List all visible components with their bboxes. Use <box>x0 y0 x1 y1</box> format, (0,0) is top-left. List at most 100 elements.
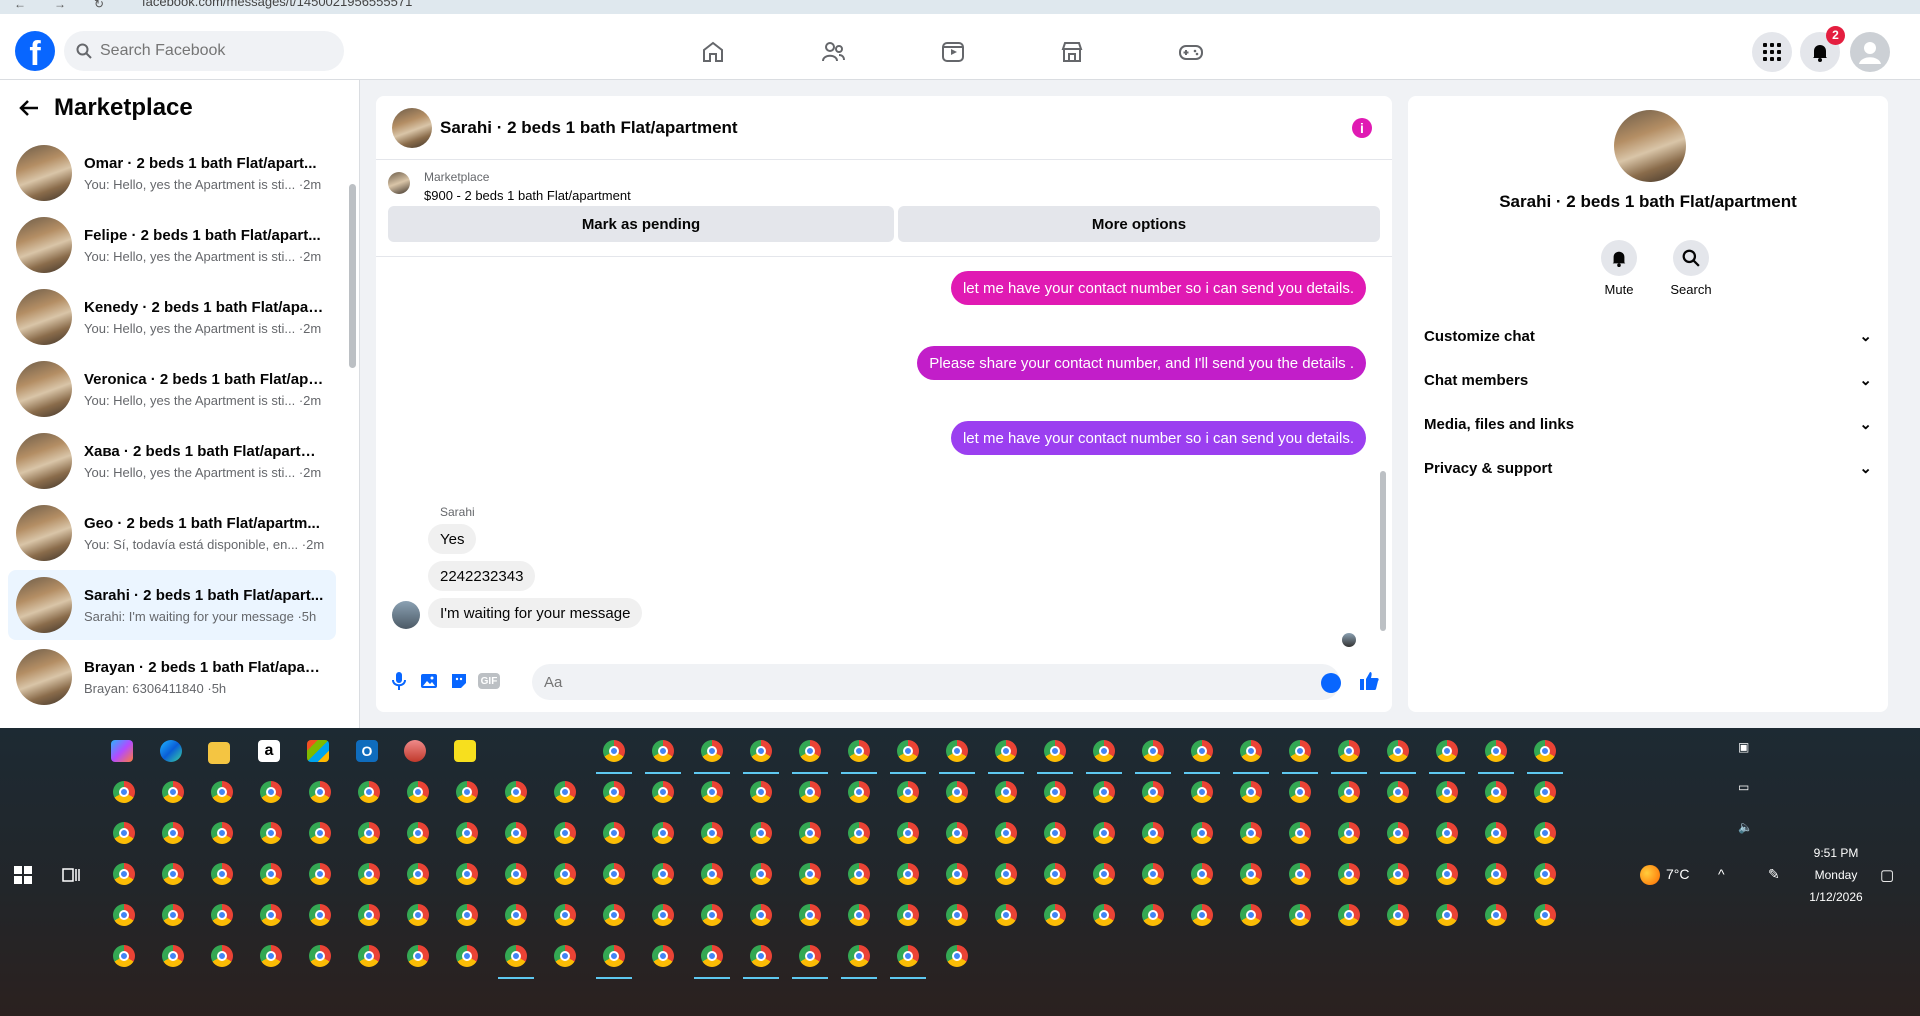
chrome-window-icon[interactable] <box>844 900 874 930</box>
chrome-window-icon[interactable] <box>550 941 580 971</box>
customize-chat-section[interactable]: Customize chat ⌄ <box>1424 322 1872 350</box>
chrome-window-icon[interactable] <box>256 818 286 848</box>
chrome-window-icon[interactable] <box>893 900 923 930</box>
chrome-window-icon[interactable] <box>991 736 1021 766</box>
chrome-window-icon[interactable] <box>599 777 629 807</box>
chrome-window-icon[interactable] <box>648 859 678 889</box>
chrome-window-icon[interactable] <box>893 818 923 848</box>
chrome-window-icon[interactable] <box>844 736 874 766</box>
outgoing-message[interactable]: Please share your contact number, and I'… <box>917 346 1366 380</box>
chrome-window-icon[interactable] <box>1138 818 1168 848</box>
video-icon[interactable] <box>923 34 983 70</box>
chrome-window-icon[interactable] <box>1432 818 1462 848</box>
chrome-window-icon[interactable] <box>1089 859 1119 889</box>
conversation-item[interactable]: Veronica · 2 beds 1 bath Flat/apa... You:… <box>8 354 336 424</box>
chrome-window-icon[interactable] <box>158 941 188 971</box>
windows-start-icon[interactable] <box>14 866 32 884</box>
clock[interactable]: 9:51 PM Monday 1/12/2026 <box>1796 842 1876 908</box>
chrome-window-icon[interactable] <box>550 859 580 889</box>
chrome-window-icon[interactable] <box>403 818 433 848</box>
conversation-item-active[interactable]: Sarahi · 2 beds 1 bath Flat/apart... Sara… <box>8 570 336 640</box>
chrome-window-icon[interactable] <box>1530 777 1560 807</box>
chrome-window-icon[interactable] <box>109 777 139 807</box>
chrome-window-icon[interactable] <box>1138 736 1168 766</box>
info-icon[interactable]: i <box>1352 118 1372 138</box>
chrome-window-icon[interactable] <box>1138 777 1168 807</box>
meet-now-icon[interactable]: ▣ <box>1738 740 1749 754</box>
chrome-window-icon[interactable] <box>1040 900 1070 930</box>
profile-avatar[interactable] <box>1850 32 1890 72</box>
gif-icon[interactable]: GIF <box>478 673 500 689</box>
chrome-window-icon[interactable] <box>354 941 384 971</box>
chrome-window-icon[interactable] <box>697 941 727 971</box>
microsoft-store-icon[interactable] <box>307 740 329 762</box>
chrome-window-icon[interactable] <box>501 777 531 807</box>
chat-members-section[interactable]: Chat members ⌄ <box>1424 366 1872 394</box>
chrome-window-icon[interactable] <box>1187 818 1217 848</box>
address-bar[interactable]: facebook.com/messages/t/1450021956555571 <box>142 0 412 9</box>
chrome-window-icon[interactable] <box>697 859 727 889</box>
chrome-window-icon[interactable] <box>305 941 335 971</box>
chrome-window-icon[interactable] <box>893 736 923 766</box>
chrome-window-icon[interactable] <box>1187 736 1217 766</box>
listing-title[interactable]: $900 - 2 beds 1 bath Flat/apartment <box>424 188 631 203</box>
forward-icon[interactable]: → <box>54 0 66 11</box>
chrome-window-icon[interactable] <box>599 941 629 971</box>
chrome-window-icon[interactable] <box>795 818 825 848</box>
microphone-icon[interactable] <box>388 670 410 692</box>
chrome-window-icon[interactable] <box>452 859 482 889</box>
chrome-window-icon[interactable] <box>1481 818 1511 848</box>
chrome-window-icon[interactable] <box>550 818 580 848</box>
chrome-window-icon[interactable] <box>1432 736 1462 766</box>
chrome-window-icon[interactable] <box>648 818 678 848</box>
chrome-window-icon[interactable] <box>746 859 776 889</box>
chrome-window-icon[interactable] <box>1040 777 1070 807</box>
chrome-window-icon[interactable] <box>1089 736 1119 766</box>
chrome-window-icon[interactable] <box>1138 900 1168 930</box>
info-avatar[interactable] <box>1614 110 1686 182</box>
chrome-window-icon[interactable] <box>648 900 678 930</box>
chrome-window-icon[interactable] <box>1236 818 1266 848</box>
chat-title[interactable]: Sarahi · 2 beds 1 bath Flat/apartment <box>440 118 738 138</box>
task-view-icon[interactable] <box>62 866 80 884</box>
chrome-window-icon[interactable] <box>1383 818 1413 848</box>
display-icon[interactable]: ▭ <box>1738 780 1749 794</box>
chrome-window-icon[interactable] <box>1236 859 1266 889</box>
chrome-window-icon[interactable] <box>501 941 531 971</box>
chrome-window-icon[interactable] <box>991 900 1021 930</box>
chrome-window-icon[interactable] <box>207 777 237 807</box>
chrome-window-icon[interactable] <box>746 900 776 930</box>
chrome-window-icon[interactable] <box>1530 818 1560 848</box>
chrome-window-icon[interactable] <box>795 777 825 807</box>
chrome-window-icon[interactable] <box>795 859 825 889</box>
conversation-item[interactable]: Brayan · 2 beds 1 bath Flat/apart... Bray… <box>8 642 336 712</box>
chrome-window-icon[interactable] <box>795 900 825 930</box>
chrome-window-icon[interactable] <box>1334 818 1364 848</box>
chevron-up-icon[interactable]: ^ <box>1718 866 1725 882</box>
chrome-window-icon[interactable] <box>1334 777 1364 807</box>
chrome-window-icon[interactable] <box>795 736 825 766</box>
photo-icon[interactable] <box>418 670 440 692</box>
chrome-window-icon[interactable] <box>207 941 237 971</box>
chrome-window-icon[interactable] <box>1481 736 1511 766</box>
sticker-icon[interactable] <box>448 670 470 692</box>
chrome-window-icon[interactable] <box>1285 777 1315 807</box>
chrome-window-icon[interactable] <box>942 777 972 807</box>
chrome-window-icon[interactable] <box>991 818 1021 848</box>
menu-grid-icon[interactable] <box>1752 32 1792 72</box>
outgoing-message[interactable]: let me have your contact number so i can… <box>950 421 1366 455</box>
chrome-window-icon[interactable] <box>305 777 335 807</box>
back-icon[interactable]: ← <box>14 0 26 11</box>
chrome-window-icon[interactable] <box>1432 900 1462 930</box>
chrome-window-icon[interactable] <box>1285 859 1315 889</box>
conversation-item[interactable]: Felipe · 2 beds 1 bath Flat/apart... You:… <box>8 210 336 280</box>
chrome-window-icon[interactable] <box>158 818 188 848</box>
conversation-item[interactable]: Kenedy · 2 beds 1 bath Flat/apar... You: … <box>8 282 336 352</box>
chrome-window-icon[interactable] <box>942 941 972 971</box>
chrome-window-icon[interactable] <box>1236 736 1266 766</box>
chrome-window-icon[interactable] <box>403 941 433 971</box>
chrome-window-icon[interactable] <box>1383 736 1413 766</box>
volume-icon[interactable]: 🔈 <box>1738 820 1753 834</box>
home-icon[interactable] <box>683 34 743 70</box>
weather-temp[interactable]: 7°C <box>1666 866 1690 882</box>
